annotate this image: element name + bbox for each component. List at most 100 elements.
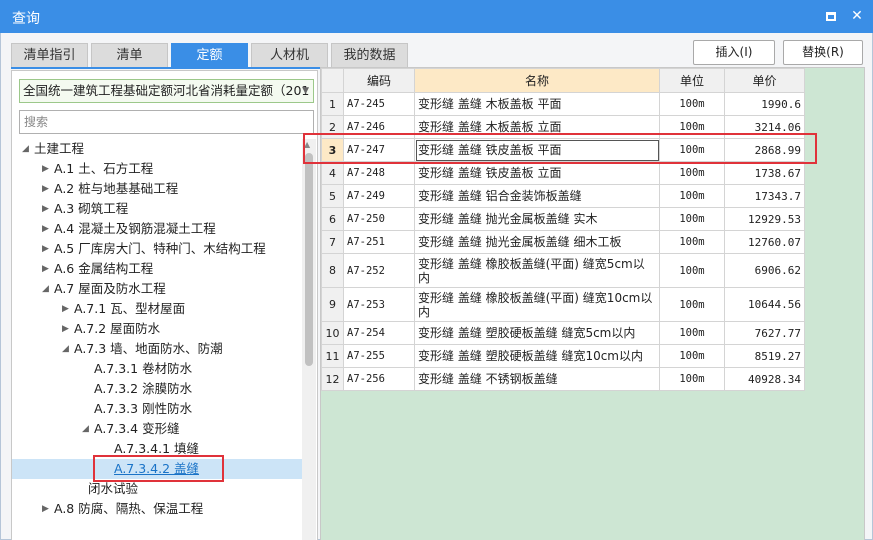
name-cell: 变形缝 盖缝 橡胶板盖缝(平面) 缝宽5cm以内 (414, 253, 660, 288)
scrollbar-thumb[interactable] (305, 153, 313, 366)
tree-node[interactable]: ◢ 土建工程 (12, 139, 302, 159)
table-row[interactable]: 7 A7-251 变形缝 盖缝 抛光金属板盖缝 细木工板 100m 12760.07 (321, 230, 805, 254)
tree-node[interactable]: ▶ A.4 混凝土及钢筋混凝土工程 (12, 219, 302, 239)
name-cell: 变形缝 盖缝 木板盖板 立面 (414, 115, 660, 139)
code-cell: A7-256 (343, 367, 415, 391)
tree-node[interactable]: A.7.3.4.1 填缝 (12, 439, 302, 459)
code-cell: A7-248 (343, 161, 415, 185)
table-row[interactable]: 1 A7-245 变形缝 盖缝 木板盖板 平面 100m 1990.6 (321, 92, 805, 116)
replace-button[interactable]: 替换(R) (783, 40, 863, 65)
collapse-arrow-icon[interactable]: ◢ (22, 139, 29, 159)
tree-node[interactable]: ▶ A.2 桩与地基基础工程 (12, 179, 302, 199)
price-cell: 7627.77 (724, 321, 805, 345)
expand-arrow-icon[interactable]: ▶ (42, 219, 49, 239)
tree-node[interactable]: ▶ A.5 厂库房大门、特种门、木结构工程 (12, 239, 302, 259)
table-row[interactable]: 12 A7-256 变形缝 盖缝 不锈钢板盖缝 100m 40928.34 (321, 367, 805, 391)
tab-list-guide[interactable]: 清单指引 (11, 43, 88, 68)
code-cell: A7-253 (343, 287, 415, 322)
tree-node[interactable]: ◢ A.7.3.4 变形缝 (12, 419, 302, 439)
code-column-header[interactable]: 编码 (343, 68, 415, 93)
tree-node[interactable]: A.7.3.2 涂膜防水 (12, 379, 302, 399)
close-icon[interactable]: ✕ (847, 6, 867, 26)
price-cell: 1738.67 (724, 161, 805, 185)
row-number: 1 (321, 92, 344, 116)
table-row[interactable]: 11 A7-255 变形缝 盖缝 塑胶硬板盖缝 缝宽10cm以内 100m 8519.2… (321, 344, 805, 368)
scroll-up-icon[interactable]: ▲ (304, 140, 310, 149)
name-cell: 变形缝 盖缝 抛光金属板盖缝 细木工板 (414, 230, 660, 254)
expand-arrow-icon[interactable]: ▶ (42, 239, 49, 259)
tree-node[interactable]: ◢ A.7.3 墙、地面防水、防潮 (12, 339, 302, 359)
row-number: 11 (321, 344, 344, 368)
collapse-arrow-icon[interactable]: ◢ (42, 279, 49, 299)
tree-node[interactable]: 闭水试验 (12, 479, 302, 499)
collapse-arrow-icon[interactable]: ◢ (82, 419, 89, 439)
search-input[interactable] (19, 110, 314, 134)
tree-scrollbar[interactable]: ▲ ▼ (302, 139, 316, 540)
tree-node[interactable]: A.7.3.4.2 盖缝 (12, 459, 302, 479)
expand-arrow-icon[interactable]: ▶ (62, 319, 69, 339)
code-cell: A7-254 (343, 321, 415, 345)
window-title: 查询 (12, 11, 40, 27)
tree-node-label: 闭水试验 (88, 481, 139, 496)
tree-node-label: A.7.2 屋面防水 (74, 321, 161, 336)
table-row[interactable]: 10 A7-254 变形缝 盖缝 塑胶硬板盖缝 缝宽5cm以内 100m 7627.77 (321, 321, 805, 345)
tree-node[interactable]: ▶ A.7.2 屋面防水 (12, 319, 302, 339)
row-number: 6 (321, 207, 344, 231)
tree-node[interactable]: A.7.3.3 刚性防水 (12, 399, 302, 419)
tree-node-label: A.8 防腐、隔热、保温工程 (54, 501, 204, 516)
code-cell: A7-247 (343, 138, 415, 162)
expand-arrow-icon[interactable]: ▶ (42, 159, 49, 179)
row-number: 7 (321, 230, 344, 254)
tree-node[interactable]: ▶ A.1 土、石方工程 (12, 159, 302, 179)
table-row[interactable]: 6 A7-250 变形缝 盖缝 抛光金属板盖缝 实木 100m 12929.53 (321, 207, 805, 231)
price-cell: 17343.7 (724, 184, 805, 208)
insert-button[interactable]: 插入(I) (693, 40, 775, 65)
price-cell: 8519.27 (724, 344, 805, 368)
expand-arrow-icon[interactable]: ▶ (62, 299, 69, 319)
row-number-header (321, 68, 344, 93)
tree-node[interactable]: ▶ A.7.1 瓦、型材屋面 (12, 299, 302, 319)
collapse-arrow-icon[interactable]: ◢ (62, 339, 69, 359)
price-cell: 6906.62 (724, 253, 805, 288)
price-cell: 10644.56 (724, 287, 805, 322)
table-row[interactable]: 8 A7-252 变形缝 盖缝 橡胶板盖缝(平面) 缝宽5cm以内 100m 6906.… (321, 253, 805, 288)
maximize-icon[interactable] (821, 6, 841, 26)
tree-node-label: 土建工程 (34, 141, 85, 156)
tab-list[interactable]: 清单 (91, 43, 168, 68)
table-row[interactable]: 9 A7-253 变形缝 盖缝 橡胶板盖缝(平面) 缝宽10cm以内 100m 1064… (321, 287, 805, 322)
tree-node[interactable]: ▶ A.8 防腐、隔热、保温工程 (12, 499, 302, 519)
tab-quota[interactable]: 定额 (171, 43, 248, 68)
price-cell: 40928.34 (724, 367, 805, 391)
price-cell: 12929.53 (724, 207, 805, 231)
row-number: 3 (321, 138, 344, 162)
unit-column-header[interactable]: 单位 (659, 68, 725, 93)
table-row[interactable]: 2 A7-246 变形缝 盖缝 木板盖板 立面 100m 3214.06 (321, 115, 805, 139)
quota-library-select[interactable]: 全国统一建筑工程基础定额河北省消耗量定额（201 ▼ (19, 79, 314, 103)
tree-node-label: A.6 金属结构工程 (54, 261, 154, 276)
table-row[interactable]: 5 A7-249 变形缝 盖缝 铝合金装饰板盖缝 100m 17343.7 (321, 184, 805, 208)
tab-labor-material-machine[interactable]: 人材机 (251, 43, 328, 68)
tree-node[interactable]: ◢ A.7 屋面及防水工程 (12, 279, 302, 299)
tree-node[interactable]: A.7.3.1 卷材防水 (12, 359, 302, 379)
expand-arrow-icon[interactable]: ▶ (42, 259, 49, 279)
expand-arrow-icon[interactable]: ▶ (42, 199, 49, 219)
expand-arrow-icon[interactable]: ▶ (42, 179, 49, 199)
row-number: 2 (321, 115, 344, 139)
name-column-header[interactable]: 名称 (414, 68, 660, 93)
tree-node-label: A.7.3.1 卷材防水 (94, 361, 193, 376)
table-row[interactable]: 4 A7-248 变形缝 盖缝 铁皮盖板 立面 100m 1738.67 (321, 161, 805, 185)
unit-cell: 100m (659, 367, 725, 391)
dialog-body: 清单指引 清单 定额 人材机 我的数据 插入(I) 替换(R) 全国统一建筑工程… (0, 33, 873, 540)
table-row[interactable]: 3 A7-247 变形缝 盖缝 铁皮盖板 平面 100m 2868.99 (321, 138, 805, 162)
unit-cell: 100m (659, 184, 725, 208)
name-cell: 变形缝 盖缝 铁皮盖板 立面 (414, 161, 660, 185)
expand-arrow-icon[interactable]: ▶ (42, 499, 49, 519)
price-column-header[interactable]: 单价 (724, 68, 805, 93)
tree-node[interactable]: ▶ A.3 砌筑工程 (12, 199, 302, 219)
chevron-down-icon[interactable]: ▼ (302, 80, 309, 102)
left-panel: 全国统一建筑工程基础定额河北省消耗量定额（201 ▼ ◢ 土建工程 ▶ A.1 土、石… (11, 70, 318, 540)
title-bar: 查询 ✕ (0, 0, 873, 33)
tree-node[interactable]: ▶ A.6 金属结构工程 (12, 259, 302, 279)
tab-my-data[interactable]: 我的数据 (331, 43, 408, 68)
tree-node-label: A.7.3.4.2 盖缝 (114, 461, 200, 476)
